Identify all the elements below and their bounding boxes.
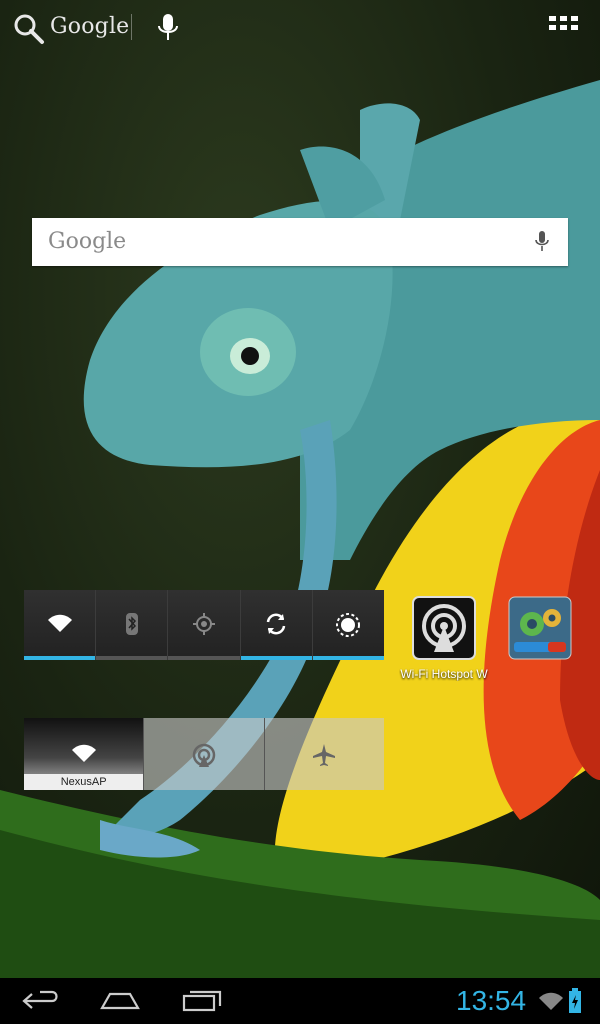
hotspot-widget: NexusAP xyxy=(24,718,384,790)
wifi-hotspot-app-icon xyxy=(412,596,476,660)
home-icon[interactable] xyxy=(98,986,142,1016)
hotspot-tile[interactable] xyxy=(143,718,265,790)
google-search-label[interactable]: Google xyxy=(50,14,129,39)
clock[interactable]: 13:54 xyxy=(456,985,526,1017)
battery-charging-icon xyxy=(569,988,581,1013)
google-search-widget[interactable]: Google xyxy=(32,218,568,266)
navigation-bar: 13:54 xyxy=(0,978,600,1024)
back-icon[interactable] xyxy=(20,986,64,1016)
mic-icon[interactable] xyxy=(534,230,550,254)
brightness-icon xyxy=(336,613,361,637)
recent-apps-icon[interactable] xyxy=(180,986,224,1016)
bluetooth-toggle[interactable] xyxy=(96,590,169,660)
wallpaper xyxy=(0,0,600,978)
divider xyxy=(131,14,132,40)
settings-toolbox-app-icon xyxy=(508,596,572,660)
signal-icon xyxy=(539,992,563,1010)
wifi-icon xyxy=(47,614,72,632)
wifi-network-tile[interactable]: NexusAP xyxy=(24,718,144,790)
sync-icon xyxy=(266,613,286,635)
bluetooth-icon xyxy=(125,613,138,635)
airplane-icon xyxy=(313,744,336,766)
apps-grid-icon[interactable] xyxy=(549,16,578,40)
gps-icon xyxy=(193,613,215,635)
wifi-toggle[interactable] xyxy=(24,590,97,660)
settings-toolbox-app[interactable] xyxy=(495,596,585,667)
search-icon[interactable] xyxy=(12,12,46,46)
wifi-hotspot-app[interactable]: Wi-Fi Hotspot W xyxy=(399,596,489,681)
airplane-mode-tile[interactable] xyxy=(264,718,384,790)
power-control-widget xyxy=(24,590,385,660)
sync-toggle[interactable] xyxy=(240,590,313,660)
wifi-icon xyxy=(71,744,96,762)
mic-icon[interactable] xyxy=(156,12,180,44)
app-label: Wi-Fi Hotspot W xyxy=(400,667,488,681)
search-placeholder: Google xyxy=(48,229,127,254)
top-bar: Google xyxy=(0,0,600,56)
brightness-toggle[interactable] xyxy=(312,590,385,660)
hotspot-icon xyxy=(192,743,216,767)
network-name: NexusAP xyxy=(24,774,144,790)
gps-toggle[interactable] xyxy=(168,590,241,660)
